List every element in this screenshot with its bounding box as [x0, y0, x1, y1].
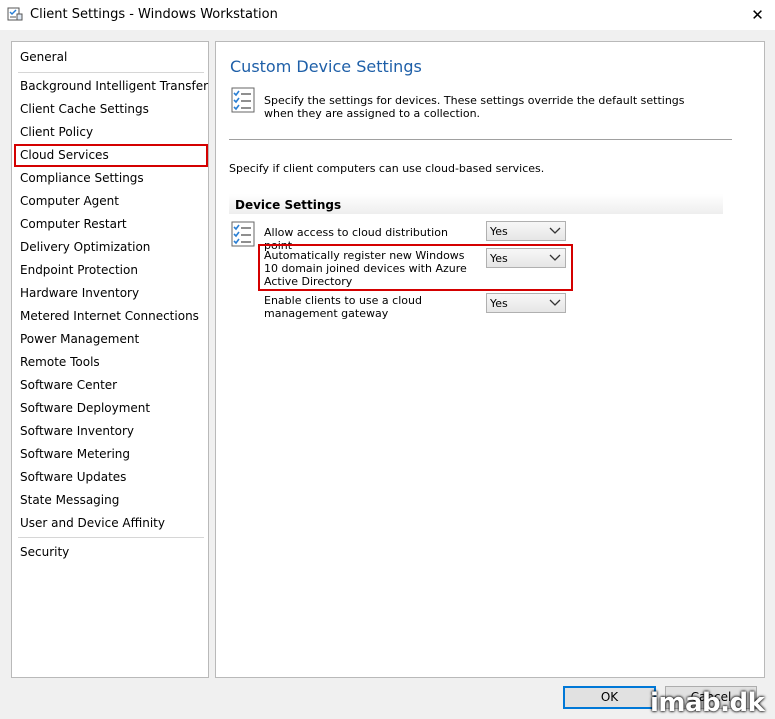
device-settings-header: Device Settings — [229, 194, 723, 214]
select-value: Yes — [490, 225, 508, 238]
panel-description: Specify the settings for devices. These … — [264, 94, 685, 120]
settings-nav: General Background Intelligent Transfer … — [11, 41, 209, 678]
select-value: Yes — [490, 297, 508, 310]
nav-item-computer-restart[interactable]: Computer Restart — [20, 214, 127, 234]
cloud-management-gateway-select[interactable]: Yes — [486, 293, 566, 313]
nav-item-metered-internet-connections[interactable]: Metered Internet Connections — [20, 306, 199, 326]
nav-item-security[interactable]: Security — [20, 542, 69, 562]
page-title: Custom Device Settings — [230, 57, 422, 76]
nav-item-delivery-optimization[interactable]: Delivery Optimization — [20, 237, 150, 257]
nav-item-remote-tools[interactable]: Remote Tools — [20, 352, 100, 372]
nav-item-power-management[interactable]: Power Management — [20, 329, 139, 349]
nav-item-software-deployment[interactable]: Software Deployment — [20, 398, 150, 418]
nav-item-general[interactable]: General — [20, 47, 67, 67]
nav-item-compliance-settings[interactable]: Compliance Settings — [20, 168, 144, 188]
section-header-label: Device Settings — [235, 198, 342, 212]
title-bar: Client Settings - Windows Workstation ✕ — [0, 0, 775, 30]
setting-label-cloud-management-gateway: Enable clients to use a cloud management… — [264, 294, 422, 320]
nav-item-computer-agent[interactable]: Computer Agent — [20, 191, 119, 211]
nav-item-software-center[interactable]: Software Center — [20, 375, 117, 395]
window-title: Client Settings - Windows Workstation — [30, 7, 278, 22]
nav-divider — [18, 72, 204, 73]
checklist-icon — [231, 221, 255, 247]
nav-item-hardware-inventory[interactable]: Hardware Inventory — [20, 283, 139, 303]
close-icon: ✕ — [751, 7, 764, 24]
nav-item-background-intelligent-transfer[interactable]: Background Intelligent Transfer — [20, 76, 208, 96]
nav-item-software-updates[interactable]: Software Updates — [20, 467, 126, 487]
checklist-icon — [231, 87, 255, 113]
cloud-distribution-point-select[interactable]: Yes — [486, 221, 566, 241]
section-description: Specify if client computers can use clou… — [229, 162, 545, 175]
settings-panel: Custom Device Settings Specify the setti… — [215, 41, 765, 678]
nav-item-client-policy[interactable]: Client Policy — [20, 122, 93, 142]
nav-item-endpoint-protection[interactable]: Endpoint Protection — [20, 260, 138, 280]
nav-item-user-and-device-affinity[interactable]: User and Device Affinity — [20, 513, 165, 533]
chevron-down-icon — [549, 299, 561, 306]
nav-item-client-cache-settings[interactable]: Client Cache Settings — [20, 99, 149, 119]
close-button[interactable]: ✕ — [740, 0, 775, 30]
nav-item-software-metering[interactable]: Software Metering — [20, 444, 130, 464]
nav-divider — [18, 537, 204, 538]
watermark: imab.dk — [650, 688, 765, 718]
setting-highlight — [258, 244, 573, 291]
divider — [229, 139, 732, 140]
nav-item-state-messaging[interactable]: State Messaging — [20, 490, 119, 510]
client-settings-icon — [7, 7, 23, 21]
selected-nav-highlight — [14, 144, 208, 167]
nav-item-software-inventory[interactable]: Software Inventory — [20, 421, 134, 441]
chevron-down-icon — [549, 227, 561, 234]
ok-button[interactable]: OK — [563, 686, 656, 709]
